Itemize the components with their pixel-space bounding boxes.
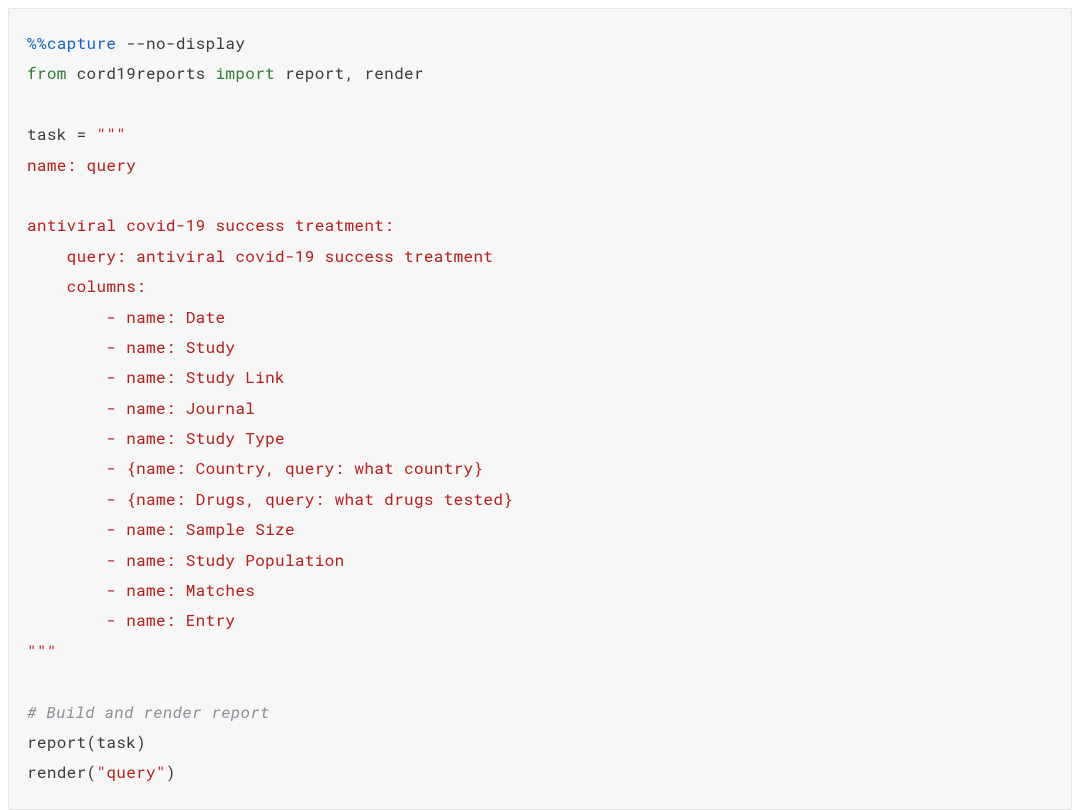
keyword-import: import (216, 63, 276, 84)
code-cell: %%capture --no-display from cord19report… (8, 8, 1072, 810)
string-line: - name: Journal (27, 398, 255, 419)
assignment: task = (27, 124, 96, 145)
keyword-from: from (27, 63, 67, 84)
module-name: cord19reports (67, 63, 216, 84)
imported-names: report, render (275, 63, 424, 84)
string-open: """ (96, 124, 126, 145)
string-line: - name: Date (27, 307, 225, 328)
string-close: """ (27, 641, 57, 662)
string-line: query: antiviral covid-19 success treatm… (27, 246, 493, 267)
code-block: %%capture --no-display from cord19report… (27, 29, 1053, 789)
string-line: - name: Entry (27, 610, 235, 631)
string-line: - name: Matches (27, 580, 255, 601)
string-line: - name: Study (27, 337, 235, 358)
string-line: - {name: Drugs, query: what drugs tested… (27, 489, 513, 510)
call-render-head: render( (27, 762, 96, 783)
magic-args: --no-display (116, 33, 245, 54)
magic-command: %%capture (27, 33, 116, 54)
string-line: name: query (27, 155, 136, 176)
string-line: columns: (27, 276, 146, 297)
string-line: - name: Study Type (27, 428, 285, 449)
string-line: - name: Study Link (27, 367, 285, 388)
string-line: - name: Study Population (27, 550, 345, 571)
call-report: report(task) (27, 732, 146, 753)
comment: # Build and render report (27, 702, 270, 723)
string-arg: "query" (96, 762, 165, 783)
string-line: antiviral covid-19 success treatment: (27, 215, 394, 236)
call-render-tail: ) (166, 762, 176, 783)
string-line: - name: Sample Size (27, 519, 295, 540)
string-line: - {name: Country, query: what country} (27, 458, 483, 479)
